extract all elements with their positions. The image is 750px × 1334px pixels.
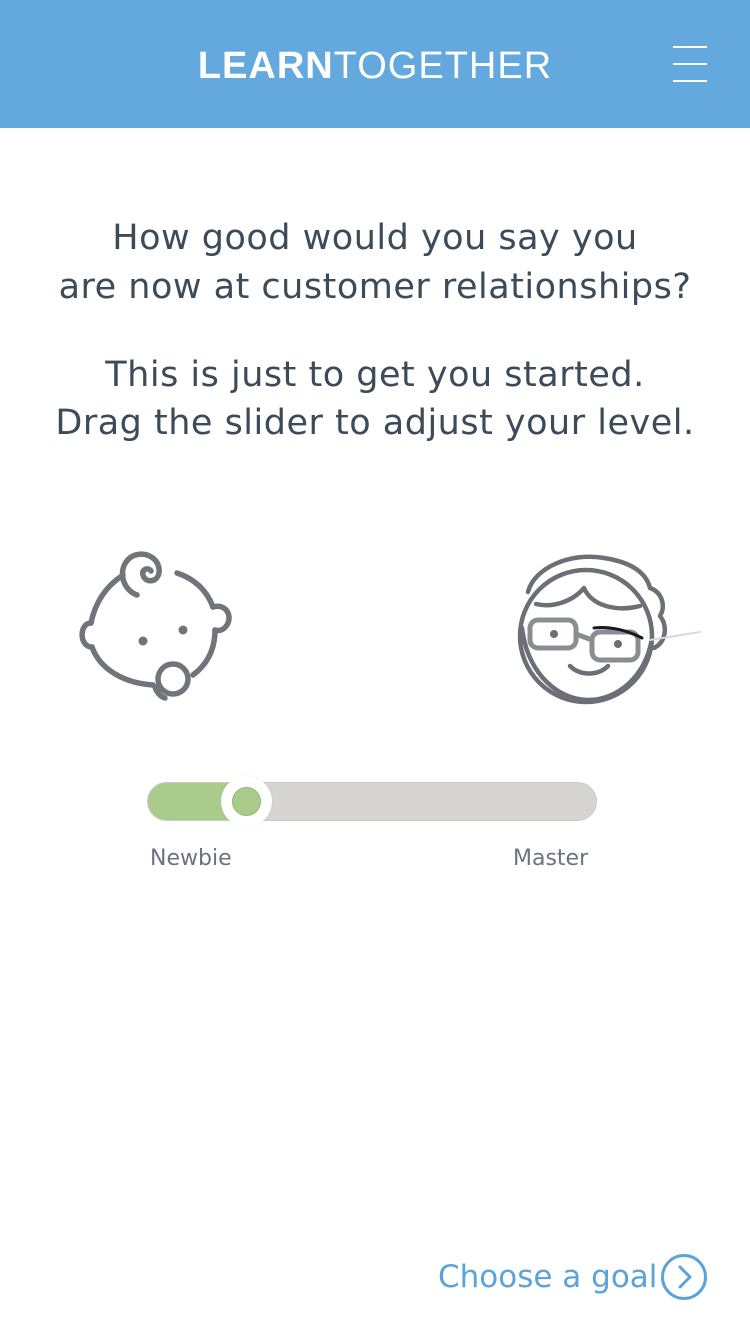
logo-light-text: TOGETHER (333, 45, 553, 87)
bearded-glasses-face-icon (517, 554, 701, 705)
menu-bar (673, 46, 707, 48)
instruction-text: This is just to get you started. Drag th… (0, 351, 750, 447)
logo-bold-text: LEARN (197, 45, 334, 87)
question-line-2: are now at customer relationships? (58, 267, 692, 307)
slider-track[interactable] (147, 782, 597, 821)
hint-line-2: Drag the slider to adjust your level. (55, 403, 695, 443)
level-slider[interactable] (147, 776, 597, 827)
menu-bar (673, 63, 707, 65)
hint-line-1: This is just to get you started. (105, 355, 645, 395)
question-line-1: How good would you say you (112, 218, 638, 258)
choose-goal-label: Choose a goal (438, 1259, 658, 1295)
hamburger-menu-icon[interactable] (666, 40, 714, 88)
menu-bar (673, 80, 707, 82)
app-header: LEARNTOGETHER (0, 0, 750, 128)
chevron-right-circle-icon (661, 1254, 707, 1300)
choose-goal-button[interactable]: Choose a goal (436, 1252, 712, 1302)
slider-max-label: Master (513, 846, 589, 871)
slider-thumb-dot (232, 787, 261, 816)
app-logo: LEARNTOGETHER (0, 42, 750, 90)
slider-min-label: Newbie (150, 846, 232, 871)
slider-thumb[interactable] (221, 776, 272, 827)
question-text: How good would you say you are now at cu… (0, 214, 750, 312)
baby-face-icon (79, 551, 232, 701)
